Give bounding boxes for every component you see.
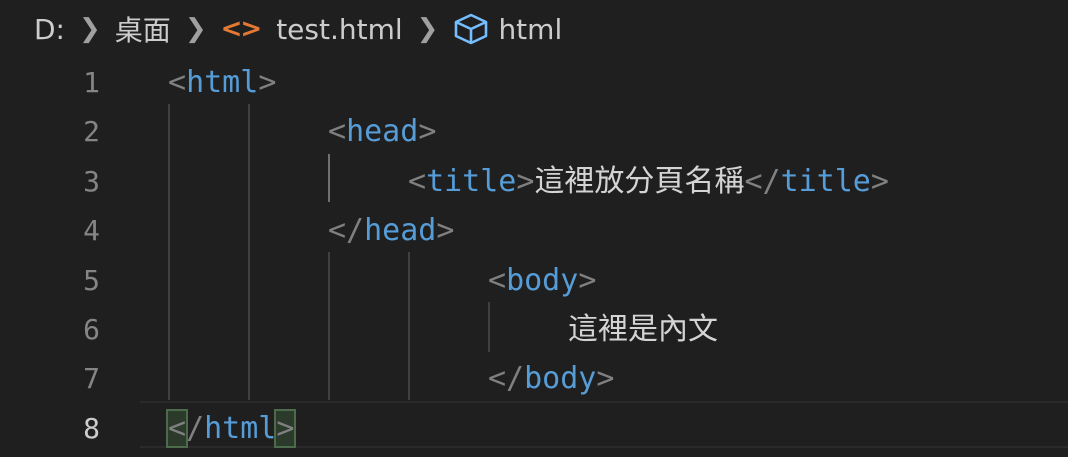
code-line[interactable]: 2 <head>: [0, 107, 1068, 156]
title-text: 這裡放分頁名稱: [534, 163, 745, 199]
tag-name: head: [364, 213, 437, 249]
line-content: 這裡是內文: [568, 305, 718, 354]
line-number: 3: [83, 164, 100, 198]
tag-bracket: >: [578, 262, 597, 298]
chevron-right-icon: ❯: [416, 14, 439, 44]
tag-name: body: [524, 361, 597, 397]
tag-bracket: </: [488, 361, 525, 397]
code-line[interactable]: 7 </body>: [0, 354, 1068, 403]
line-content: <html>: [168, 58, 276, 107]
chevron-right-icon: ❯: [79, 14, 101, 44]
line-number: 7: [83, 362, 100, 396]
line-content: <head>: [328, 107, 436, 156]
tag-bracket: <: [328, 114, 347, 150]
breadcrumb-symbol[interactable]: html: [498, 13, 562, 46]
line-content: <title>這裡放分頁名稱</title>: [408, 157, 889, 206]
line-number: 6: [83, 313, 100, 346]
tag-bracket: <: [408, 163, 427, 199]
body-text: 這裡是內文: [568, 312, 718, 347]
code-line[interactable]: 6 這裡是內文: [0, 305, 1068, 354]
tag-bracket: >: [258, 65, 277, 100]
tag-bracket: </: [744, 163, 781, 199]
code-editor[interactable]: 1 <html> 2 <head> 3 <title>這裡放分頁名稱</titl…: [0, 58, 1068, 457]
breadcrumb-drive[interactable]: D:: [34, 13, 65, 46]
tag-name: title: [780, 163, 871, 199]
chevron-right-icon: ❯: [184, 14, 207, 44]
html-file-icon: <>: [220, 14, 263, 44]
code-line[interactable]: 1 <html>: [0, 58, 1068, 107]
breadcrumb: D: ❯ 桌面 ❯ <> test.html ❯ html: [0, 0, 1068, 58]
tag-bracket: >: [870, 163, 889, 199]
breadcrumb-file[interactable]: test.html: [276, 13, 402, 46]
tag-bracket: <: [488, 262, 507, 298]
code-line[interactable]: 4 </head>: [0, 206, 1068, 255]
line-content: </body>: [488, 354, 614, 403]
code-line[interactable]: 8 </html>: [0, 404, 1068, 453]
tag-bracket: >: [516, 163, 535, 199]
matched-bracket: >: [274, 408, 297, 448]
tag-bracket: >: [418, 114, 437, 150]
line-content: </html>: [165, 404, 297, 453]
line-number: 4: [83, 214, 100, 248]
tag-slash: /: [186, 410, 205, 446]
matched-bracket: <: [165, 408, 189, 448]
line-content: <body>: [488, 256, 596, 305]
line-content: </head>: [328, 206, 454, 255]
line-number: 8: [83, 411, 100, 445]
tag-name: head: [346, 114, 419, 150]
symbol-box-icon: [452, 12, 490, 46]
code-line[interactable]: 5 <body>: [0, 256, 1068, 305]
tag-bracket: >: [436, 213, 455, 249]
tag-name: body: [506, 262, 579, 298]
code-line[interactable]: 3 <title>這裡放分頁名稱</title>: [0, 157, 1068, 206]
breadcrumb-folder[interactable]: 桌面: [115, 9, 171, 49]
tag-bracket: >: [596, 361, 615, 397]
tag-name: title: [426, 163, 517, 199]
tag-bracket: <: [168, 65, 187, 100]
line-number: 1: [83, 66, 100, 99]
tag-name: html: [204, 410, 277, 446]
line-number: 5: [83, 263, 100, 297]
line-number: 2: [83, 115, 100, 149]
tag-name: html: [186, 65, 259, 100]
tag-bracket: </: [328, 213, 365, 249]
